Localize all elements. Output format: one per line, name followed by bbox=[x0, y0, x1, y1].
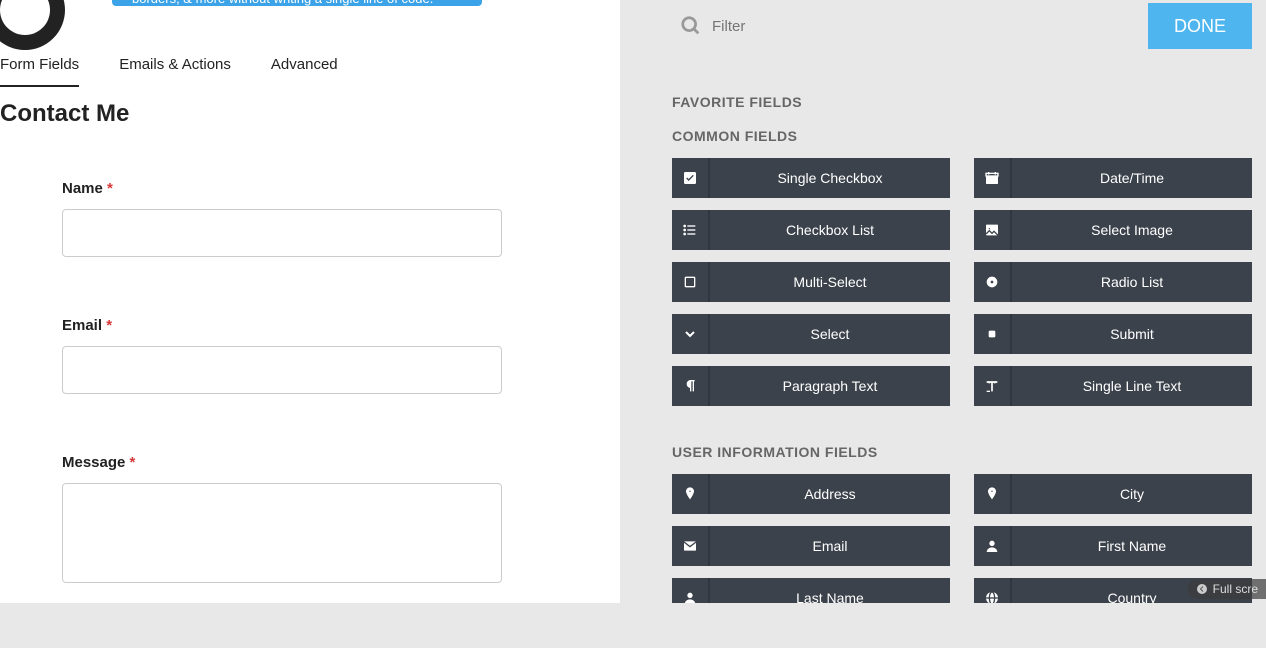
list-icon bbox=[672, 210, 710, 250]
field-palette: FAVORITE FIELDS COMMON FIELDS Single Che… bbox=[672, 70, 1252, 603]
paragraph-icon bbox=[672, 366, 710, 406]
input-email[interactable] bbox=[62, 346, 502, 394]
field-label: Single Checkbox bbox=[710, 170, 950, 186]
envelope-icon bbox=[672, 526, 710, 566]
label-message: Message * bbox=[62, 454, 502, 471]
label-email: Email * bbox=[62, 317, 502, 334]
tab-form-fields[interactable]: Form Fields bbox=[0, 50, 79, 87]
field-user-last-name[interactable]: Last Name bbox=[672, 578, 950, 603]
arrow-left-icon bbox=[1196, 583, 1208, 595]
globe-icon bbox=[974, 578, 1012, 603]
field-label: Single Line Text bbox=[1012, 378, 1252, 394]
user-icon bbox=[974, 526, 1012, 566]
field-user-first-name[interactable]: First Name bbox=[974, 526, 1252, 566]
field-user-email[interactable]: Email bbox=[672, 526, 950, 566]
filter-input[interactable] bbox=[712, 18, 912, 35]
field-common-paragraph-text[interactable]: Paragraph Text bbox=[672, 366, 950, 406]
field-label: Date/Time bbox=[1012, 170, 1252, 186]
field-message[interactable]: Message * bbox=[62, 454, 502, 588]
image-icon bbox=[974, 210, 1012, 250]
square-o-icon bbox=[672, 262, 710, 302]
field-label: Paragraph Text bbox=[710, 378, 950, 394]
common-fields-grid: Single Checkbox Date/Time Checkbox List Sel… bbox=[672, 158, 1252, 406]
field-common-date-time[interactable]: Date/Time bbox=[974, 158, 1252, 198]
full-screen-indicator[interactable]: Full scre bbox=[1188, 579, 1266, 599]
form-title[interactable]: Contact Me bbox=[0, 100, 129, 128]
form-editor-panel: borders, & more without writing a single… bbox=[0, 0, 620, 603]
editor-tabs: Form Fields Emails & Actions Advanced bbox=[0, 50, 338, 87]
map-pin-icon bbox=[672, 474, 710, 514]
field-label: Select Image bbox=[1012, 222, 1252, 238]
field-common-select[interactable]: Select bbox=[672, 314, 950, 354]
field-label: Last Name bbox=[710, 590, 950, 603]
check-square-icon bbox=[672, 158, 710, 198]
square-small-icon bbox=[974, 314, 1012, 354]
heading-common-fields: COMMON FIELDS bbox=[672, 128, 1252, 144]
field-label: First Name bbox=[1012, 538, 1252, 554]
calendar-icon bbox=[974, 158, 1012, 198]
chevron-down-icon bbox=[672, 314, 710, 354]
field-label: Multi-Select bbox=[710, 274, 950, 290]
input-name[interactable] bbox=[62, 209, 502, 257]
field-label: Select bbox=[710, 326, 950, 342]
field-common-checkbox-list[interactable]: Checkbox List bbox=[672, 210, 950, 250]
user-icon bbox=[672, 578, 710, 603]
dot-circle-icon bbox=[974, 262, 1012, 302]
tab-advanced[interactable]: Advanced bbox=[271, 50, 338, 87]
tab-emails-actions[interactable]: Emails & Actions bbox=[119, 50, 231, 87]
user-fields-grid: AddressCityEmailFirst NameLast NameCount… bbox=[672, 474, 1252, 603]
field-label: Radio List bbox=[1012, 274, 1252, 290]
form-preview: Name * Email * Message * bbox=[62, 180, 502, 648]
field-label: City bbox=[1012, 486, 1252, 502]
field-label: Submit bbox=[1012, 326, 1252, 342]
field-common-select-image[interactable]: Select Image bbox=[974, 210, 1252, 250]
field-user-city[interactable]: City bbox=[974, 474, 1252, 514]
search-icon bbox=[680, 15, 702, 37]
heading-favorite-fields: FAVORITE FIELDS bbox=[672, 94, 1252, 110]
map-pin-icon bbox=[974, 474, 1012, 514]
filter-row: DONE bbox=[680, 8, 1252, 44]
logo bbox=[0, 0, 65, 50]
field-label: Email bbox=[710, 538, 950, 554]
field-common-single-line-text[interactable]: Single Line Text bbox=[974, 366, 1252, 406]
field-label: Checkbox List bbox=[710, 222, 950, 238]
done-button[interactable]: DONE bbox=[1148, 3, 1252, 49]
field-common-radio-list[interactable]: Radio List bbox=[974, 262, 1252, 302]
label-name: Name * bbox=[62, 180, 502, 197]
text-t-icon bbox=[974, 366, 1012, 406]
field-common-multi-select[interactable]: Multi-Select bbox=[672, 262, 950, 302]
field-common-submit[interactable]: Submit bbox=[974, 314, 1252, 354]
field-user-address[interactable]: Address bbox=[672, 474, 950, 514]
field-common-single-checkbox[interactable]: Single Checkbox bbox=[672, 158, 950, 198]
heading-user-fields: USER INFORMATION FIELDS bbox=[672, 444, 1252, 460]
field-label: Address bbox=[710, 486, 950, 502]
banner-text: borders, & more without writing a single… bbox=[132, 0, 433, 6]
textarea-message[interactable] bbox=[62, 483, 502, 583]
field-email[interactable]: Email * bbox=[62, 317, 502, 394]
promo-banner: borders, & more without writing a single… bbox=[112, 0, 482, 6]
field-name[interactable]: Name * bbox=[62, 180, 502, 257]
